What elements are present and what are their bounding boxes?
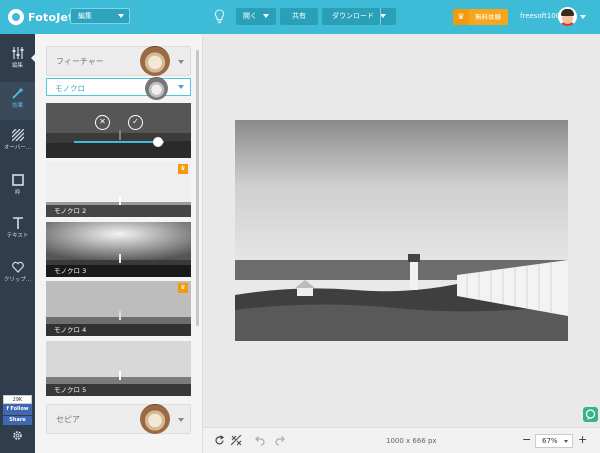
overlay-stripes-icon — [11, 129, 24, 141]
free-trial-button[interactable]: ♛ 無料体験 — [453, 9, 508, 25]
avatar[interactable] — [558, 7, 577, 26]
close-icon: ✕ — [99, 117, 106, 126]
nav-item-label: オーバー... — [3, 145, 32, 151]
facebook-follow-button[interactable]: f Follow — [3, 404, 32, 415]
sliders-icon — [12, 47, 23, 59]
gear-icon[interactable] — [12, 430, 23, 441]
subcategory-thumbnail — [145, 77, 168, 100]
panel-scrollbar[interactable] — [196, 50, 199, 326]
redo-icon[interactable] — [275, 435, 286, 446]
mode-select-value: 編集 — [78, 12, 92, 20]
chat-bubble-icon — [585, 409, 596, 420]
heart-icon — [11, 261, 24, 273]
nav-item-overlay[interactable]: オーバー... — [0, 124, 35, 162]
category-label: セピア — [56, 415, 80, 424]
effect-label: モノクロ 5 — [46, 384, 191, 396]
undo-icon[interactable] — [254, 435, 265, 446]
download-button[interactable]: ダウンロード — [322, 8, 396, 25]
lightbulb-icon[interactable] — [214, 9, 225, 24]
effect-tile-active[interactable]: ✕ ✓ — [46, 103, 191, 158]
mode-select[interactable]: 編集 — [70, 8, 130, 24]
open-button[interactable]: 開く — [236, 8, 276, 25]
nav-item-label: テキスト — [6, 233, 29, 239]
effects-panel: フィーチャー モノクロ ✕ ✓ ♛ モノクロ 2 モノクロ 3 ♛ モノクロ 4… — [35, 34, 203, 453]
subcategory-label: モノクロ — [55, 84, 85, 93]
nav-item-frame[interactable]: 枠 — [0, 169, 35, 207]
category-featured[interactable]: フィーチャー — [46, 46, 191, 76]
effect-label: モノクロ 4 — [46, 324, 191, 336]
frame-icon — [11, 174, 24, 186]
subcategory-monochrome[interactable]: モノクロ — [46, 77, 191, 100]
logo-icon — [8, 9, 24, 25]
nav-item-effects[interactable]: 効果 — [0, 82, 35, 120]
facebook-follow-label: Follow — [10, 406, 29, 412]
facebook-share-button[interactable]: Share — [3, 416, 32, 425]
chevron-down-icon — [178, 85, 184, 89]
effect-tile[interactable]: モノクロ 3 — [46, 222, 191, 277]
top-bar: FotoJet 編集 開く 共有 ダウンロード ♛ 無料体験 freesoft1… — [0, 0, 600, 34]
apply-effect-button[interactable]: ✓ — [128, 115, 143, 130]
divider — [380, 8, 381, 25]
chevron-down-icon — [564, 440, 568, 443]
effect-tile[interactable]: ♛ モノクロ 2 — [46, 162, 191, 217]
nav-item-text[interactable]: テキスト — [0, 212, 35, 250]
crown-icon: ♛ — [178, 164, 188, 174]
intensity-slider-fill — [74, 141, 158, 143]
share-button-label: 共有 — [292, 12, 306, 20]
zoom-in-button[interactable]: + — [578, 433, 587, 446]
category-label: フィーチャー — [56, 57, 104, 66]
category-thumbnail — [140, 404, 170, 434]
share-button[interactable]: 共有 — [280, 8, 318, 25]
zoom-out-button[interactable]: − — [522, 433, 531, 446]
bottom-bar: 1000 x 666 px − 67% + — [203, 427, 600, 453]
username[interactable]: freesoft100 — [520, 12, 560, 20]
rotate-icon[interactable] — [214, 435, 225, 446]
facebook-follower-count: 29K — [3, 395, 32, 404]
left-nav: 編集 効果 オーバー... 枠 テキスト クリップ... — [0, 34, 35, 453]
nav-item-label: 効果 — [11, 103, 23, 109]
zoom-value: 67% — [542, 437, 558, 445]
chevron-down-icon[interactable] — [580, 15, 586, 19]
nav-item-edit[interactable]: 編集 — [0, 42, 35, 80]
download-button-label: ダウンロード — [332, 12, 374, 20]
nav-item-label: 枠 — [14, 190, 21, 196]
image-dimensions: 1000 x 666 px — [386, 437, 437, 445]
category-thumbnail — [140, 46, 170, 76]
crown-icon: ♛ — [178, 283, 188, 293]
effect-label: モノクロ 3 — [46, 265, 191, 277]
crown-icon: ♛ — [453, 9, 469, 25]
intensity-slider-handle[interactable] — [153, 137, 163, 147]
chat-button[interactable] — [583, 407, 598, 422]
open-button-label: 開く — [243, 12, 257, 20]
text-icon — [12, 217, 23, 229]
effect-active-overlay — [46, 103, 191, 158]
effect-tile[interactable]: モノクロ 5 — [46, 341, 191, 396]
effect-label: モノクロ 2 — [46, 205, 191, 217]
app-name: FotoJet — [28, 10, 74, 24]
chevron-down-icon — [178, 60, 184, 64]
nav-item-label: クリップ... — [3, 277, 32, 283]
flip-icon[interactable] — [231, 435, 242, 446]
magic-wand-icon — [11, 87, 24, 99]
avatar-hair — [561, 9, 574, 16]
edited-photo[interactable] — [235, 120, 568, 341]
nav-item-clipart[interactable]: クリップ... — [0, 256, 35, 294]
category-sepia[interactable]: セピア — [46, 404, 191, 434]
effect-tile[interactable]: ♛ モノクロ 4 — [46, 281, 191, 336]
chevron-down-icon — [118, 14, 124, 18]
cancel-effect-button[interactable]: ✕ — [95, 115, 110, 130]
chevron-down-icon — [263, 14, 269, 18]
chevron-down-icon — [178, 418, 184, 422]
free-trial-label: 無料体験 — [475, 13, 501, 21]
checkmark-icon: ✓ — [132, 117, 139, 126]
zoom-select[interactable]: 67% — [535, 434, 573, 448]
app-logo[interactable]: FotoJet — [8, 7, 74, 27]
nav-item-label: 編集 — [11, 63, 23, 69]
